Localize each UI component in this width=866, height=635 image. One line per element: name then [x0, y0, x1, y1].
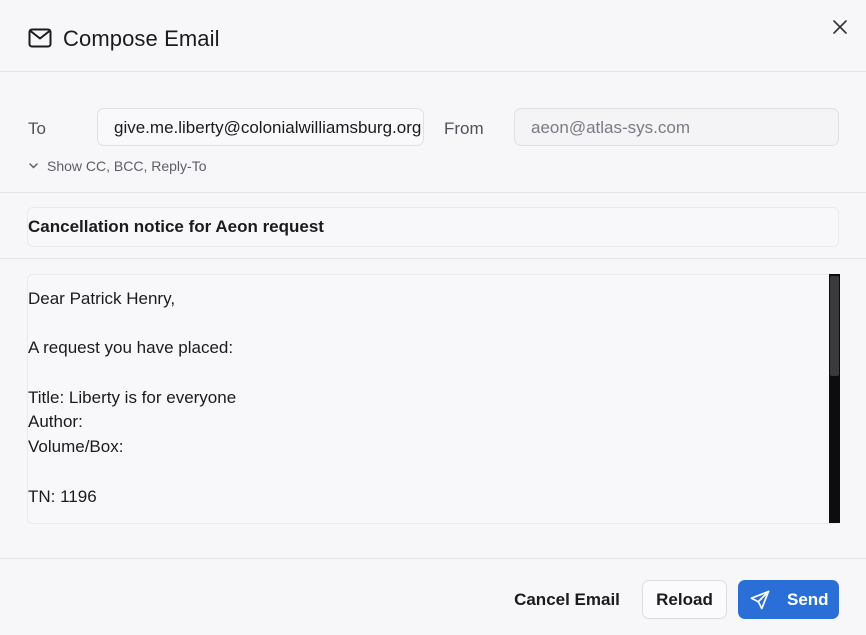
- subject-field[interactable]: Cancellation notice for Aeon request: [27, 207, 839, 247]
- dialog-header: Compose Email: [0, 0, 866, 72]
- body-line: Author:: [28, 412, 83, 432]
- email-body-text: Dear Patrick Henry, A request you have p…: [28, 287, 818, 509]
- footer-divider: [0, 558, 866, 559]
- dialog-title: Compose Email: [63, 26, 220, 51]
- show-cc-bcc-label: Show CC, BCC, Reply-To: [47, 158, 207, 174]
- email-body-editor[interactable]: Dear Patrick Henry, A request you have p…: [27, 274, 840, 524]
- close-button[interactable]: [829, 16, 851, 38]
- mail-icon: [28, 28, 52, 48]
- scrollbar-thumb[interactable]: [830, 276, 839, 376]
- show-cc-bcc-toggle[interactable]: Show CC, BCC, Reply-To: [28, 158, 207, 174]
- divider: [0, 192, 866, 193]
- close-icon: [833, 20, 847, 34]
- body-line: A request you have placed:: [28, 338, 234, 358]
- body-line: Dear Patrick Henry,: [28, 289, 176, 308]
- body-scrollbar[interactable]: [829, 274, 840, 523]
- send-button[interactable]: Send: [738, 580, 839, 619]
- to-field[interactable]: give.me.liberty@colonialwilliamsburg.org: [97, 108, 424, 146]
- send-label: Send: [787, 589, 829, 609]
- body-line: [28, 460, 818, 485]
- reload-button[interactable]: Reload: [642, 580, 727, 619]
- body-line: TN: 1196: [28, 486, 97, 506]
- cancel-email-button[interactable]: Cancel Email: [508, 580, 626, 619]
- chevron-down-icon: [29, 163, 38, 169]
- compose-email-dialog: Compose Email To give.me.liberty@colonia…: [0, 0, 866, 635]
- body-line: Volume/Box:: [28, 437, 124, 457]
- body-line: [28, 312, 818, 337]
- to-label: To: [28, 119, 46, 138]
- from-field[interactable]: aeon@atlas-sys.com: [514, 108, 839, 146]
- divider: [0, 258, 866, 259]
- body-line: Title: Liberty is for everyone: [28, 387, 237, 407]
- send-icon: [750, 590, 770, 609]
- body-line: [28, 361, 818, 386]
- from-label: From: [444, 119, 484, 138]
